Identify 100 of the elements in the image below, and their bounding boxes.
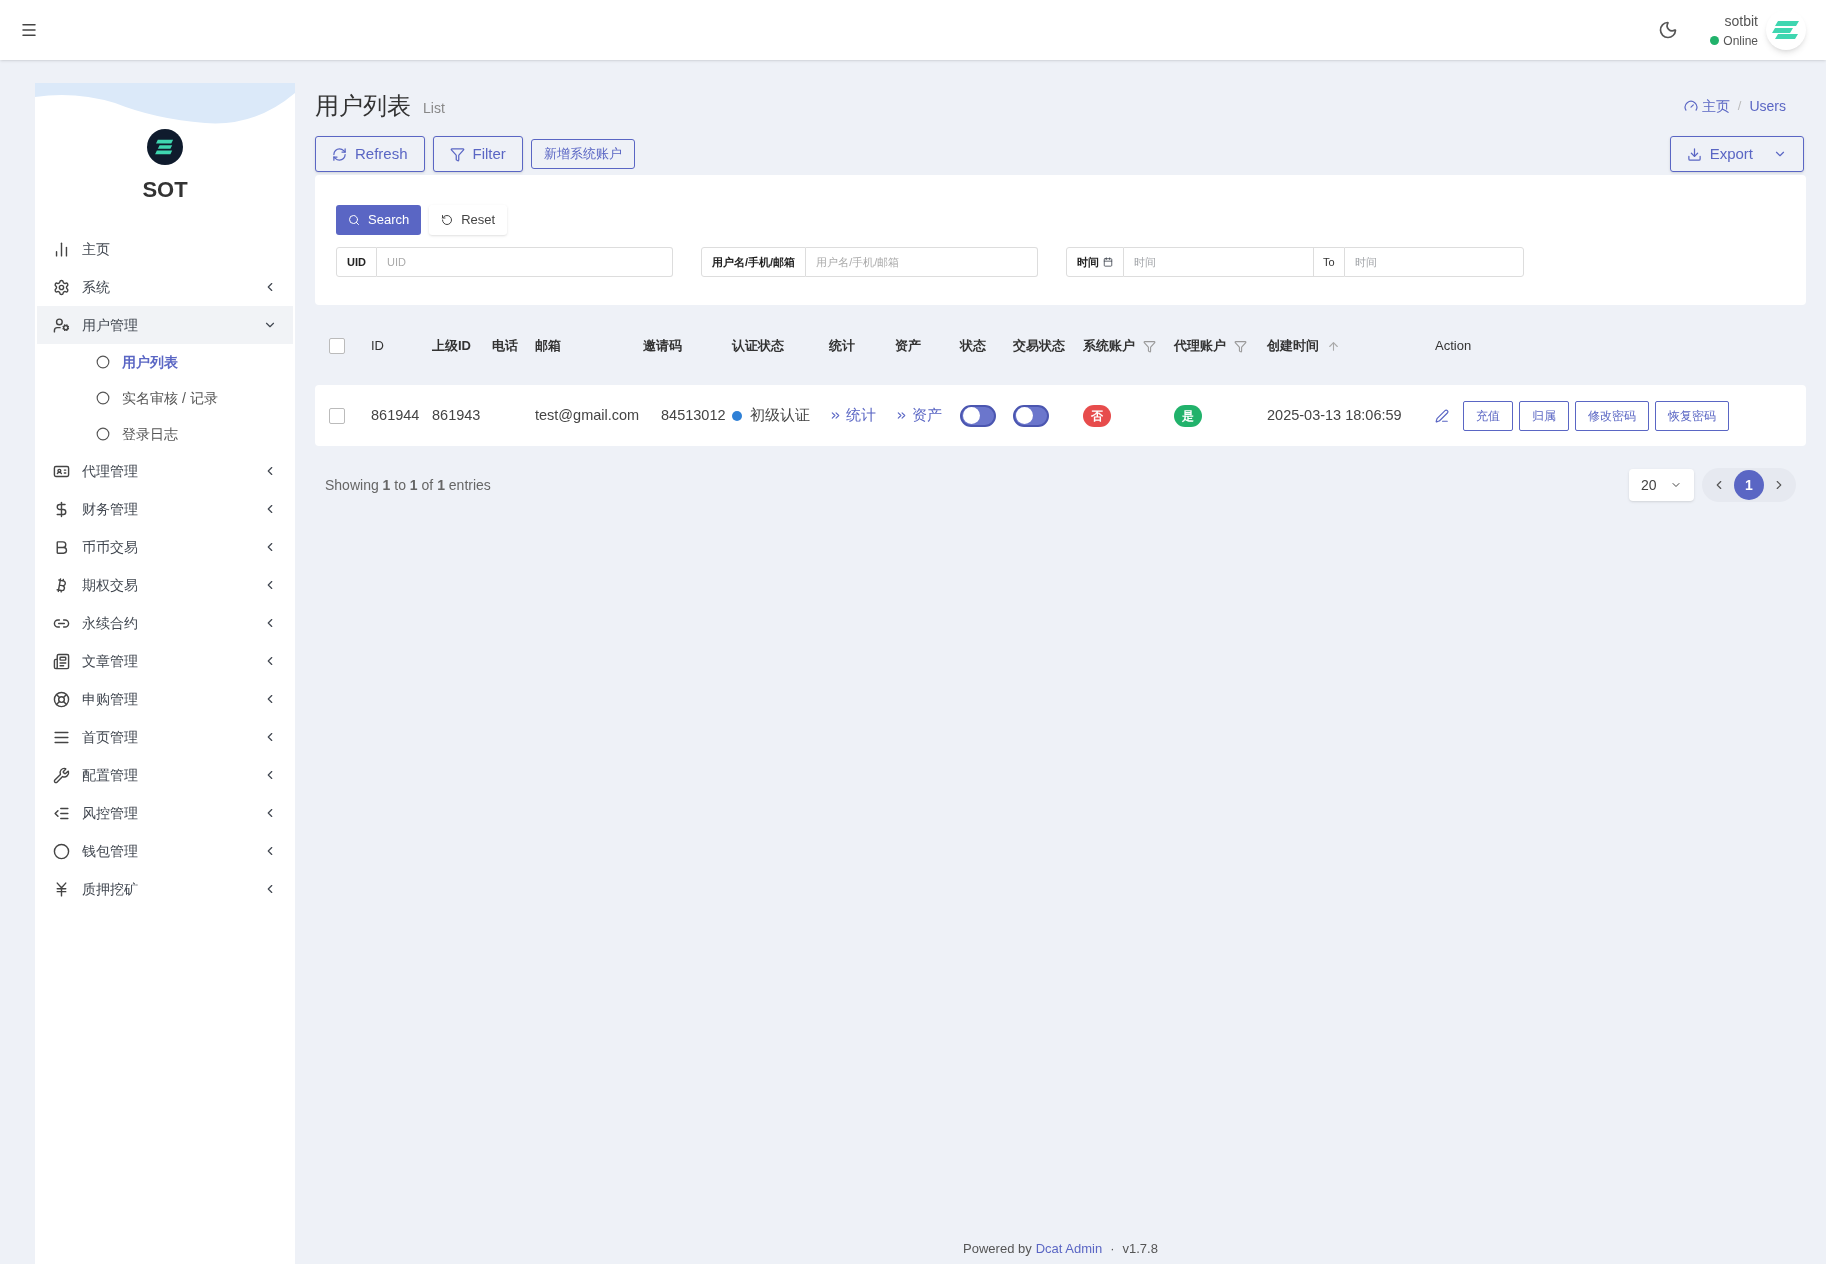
action-button[interactable]: 归属 <box>1519 400 1569 431</box>
sidebar-item[interactable]: 用户管理 <box>37 306 293 344</box>
sidebar-item[interactable]: 文章管理 <box>37 642 293 680</box>
entries-summary: Showing 1 to 1 of 1 entries <box>325 475 491 495</box>
column-header: 认证状态 <box>732 337 784 356</box>
submenu-item[interactable]: 用户列表 <box>36 344 294 380</box>
sidebar-item[interactable]: 风控管理 <box>37 794 293 832</box>
footer-version: v1.7.8 <box>1122 1239 1158 1258</box>
calendar-icon <box>1103 257 1113 267</box>
moon-icon[interactable] <box>1658 20 1679 40</box>
table-cell-text: test@gmail.com <box>535 405 641 425</box>
sidebar-item[interactable]: 系统 <box>37 268 293 306</box>
column-header: 邀请码 <box>643 337 682 356</box>
sidebar-item[interactable]: 申购管理 <box>37 680 293 718</box>
table-cell-text: 861944 <box>371 405 421 425</box>
menu-item-icon <box>53 766 70 784</box>
search-icon <box>348 214 360 226</box>
double-chevron-icon <box>895 409 908 422</box>
column-header: 统计 <box>829 337 855 356</box>
footer-text: Powered by <box>963 1239 1032 1258</box>
brand-name: SOT <box>142 176 188 204</box>
sidebar-item[interactable]: 配置管理 <box>37 756 293 794</box>
sidebar-item[interactable]: 币币交易 <box>37 528 293 566</box>
field-label: 时间 <box>1066 247 1124 277</box>
toolbar-button[interactable]: 新增系统账户 <box>530 139 635 169</box>
table-cell-text: 84513012 <box>660 405 727 425</box>
action-button[interactable]: 恢复密码 <box>1655 400 1729 431</box>
breadcrumb-link[interactable]: Users <box>1749 95 1786 117</box>
filter-icon[interactable] <box>1143 339 1156 353</box>
column-header: ID <box>371 337 384 356</box>
column-header: 电话 <box>492 337 518 356</box>
edit-icon[interactable] <box>1435 408 1449 423</box>
column-header[interactable]: 创建时间 <box>1267 336 1340 356</box>
stats-link[interactable]: 统计 <box>829 404 895 427</box>
sidebar-item[interactable]: 质押挖矿 <box>37 870 293 908</box>
page-button[interactable]: 1 <box>1734 470 1764 500</box>
field-label: UID <box>336 247 377 277</box>
column-header: 状态 <box>960 337 986 356</box>
reset-icon <box>441 214 454 226</box>
column-header: 邮箱 <box>535 337 561 356</box>
circle-icon <box>96 427 110 441</box>
submenu-item[interactable]: 实名审核 / 记录 <box>36 380 294 416</box>
footer-link[interactable]: Dcat Admin <box>1035 1238 1103 1258</box>
action-button[interactable]: 修改密码 <box>1575 400 1649 431</box>
menu-item-icon <box>53 690 70 708</box>
user-status: Online <box>1723 32 1758 50</box>
page-subtitle: List <box>423 98 445 118</box>
column-header[interactable]: 系统账户 <box>1083 336 1156 356</box>
page-title: 用户列表 <box>315 91 411 121</box>
select-all-checkbox[interactable] <box>329 338 345 354</box>
sidebar-item[interactable]: 财务管理 <box>37 490 293 528</box>
breadcrumb-separator: / <box>1737 97 1742 116</box>
sidebar-item[interactable]: 钱包管理 <box>37 832 293 870</box>
column-header: 交易状态 <box>1013 337 1065 356</box>
toolbar-button[interactable]: Filter <box>432 136 523 172</box>
refresh-icon <box>332 146 347 162</box>
input-field[interactable]: UID <box>376 247 673 277</box>
breadcrumb-link[interactable]: 主页 <box>1701 95 1730 117</box>
row-checkbox[interactable] <box>329 407 345 424</box>
table-cell-text: 861943 <box>432 405 482 425</box>
action-button[interactable]: 充值 <box>1463 400 1513 431</box>
logo-icon <box>147 129 183 165</box>
menu-item-icon <box>53 652 70 670</box>
submenu-item[interactable]: 登录日志 <box>36 416 294 452</box>
column-header: Action <box>1435 337 1472 356</box>
date-to-field[interactable]: 时间 <box>1343 247 1524 277</box>
download-icon <box>1686 146 1702 162</box>
toggle-switch[interactable] <box>1013 404 1049 427</box>
menu-item-icon <box>53 842 70 860</box>
assets-link[interactable]: 资产 <box>895 404 960 427</box>
column-header[interactable]: 代理账户 <box>1174 336 1247 356</box>
column-header: 上级ID <box>432 337 471 356</box>
status-badge: 是 <box>1174 404 1202 427</box>
user-name: sotbit <box>1724 11 1758 31</box>
column-header: 资产 <box>895 337 921 356</box>
table-cell-text: 2025-03-13 18:06:59 <box>1267 405 1403 425</box>
date-from-field[interactable]: 时间 <box>1124 247 1314 277</box>
reset-button[interactable]: Reset <box>429 205 508 235</box>
export-button[interactable]: Export <box>1669 136 1804 172</box>
menu-icon[interactable] <box>20 21 38 39</box>
dashboard-icon <box>1683 99 1698 113</box>
sidebar-item[interactable]: 首页管理 <box>37 718 293 756</box>
sidebar-item[interactable]: 永续合约 <box>37 604 293 642</box>
sidebar-item[interactable]: 期权交易 <box>37 566 293 604</box>
menu-item-icon <box>53 316 70 334</box>
sidebar-item[interactable]: 代理管理 <box>37 452 293 490</box>
search-button[interactable]: Search <box>336 205 422 235</box>
filter-icon[interactable] <box>1234 339 1247 353</box>
page-size-select[interactable]: 20 <box>1629 469 1694 501</box>
footer-separator: · <box>1110 1239 1115 1258</box>
table-cell-text: 初级认证 <box>750 405 810 425</box>
input-field[interactable]: 用户名/手机/邮箱 <box>806 247 1038 277</box>
filter-icon <box>449 146 465 162</box>
double-chevron-icon <box>829 409 842 422</box>
toolbar-button[interactable]: Refresh <box>315 136 425 172</box>
menu-item-icon <box>53 240 70 258</box>
toggle-switch[interactable] <box>960 404 996 427</box>
sidebar-item[interactable]: 主页 <box>37 230 293 268</box>
circle-icon <box>96 355 110 369</box>
menu-item-icon <box>53 278 70 296</box>
